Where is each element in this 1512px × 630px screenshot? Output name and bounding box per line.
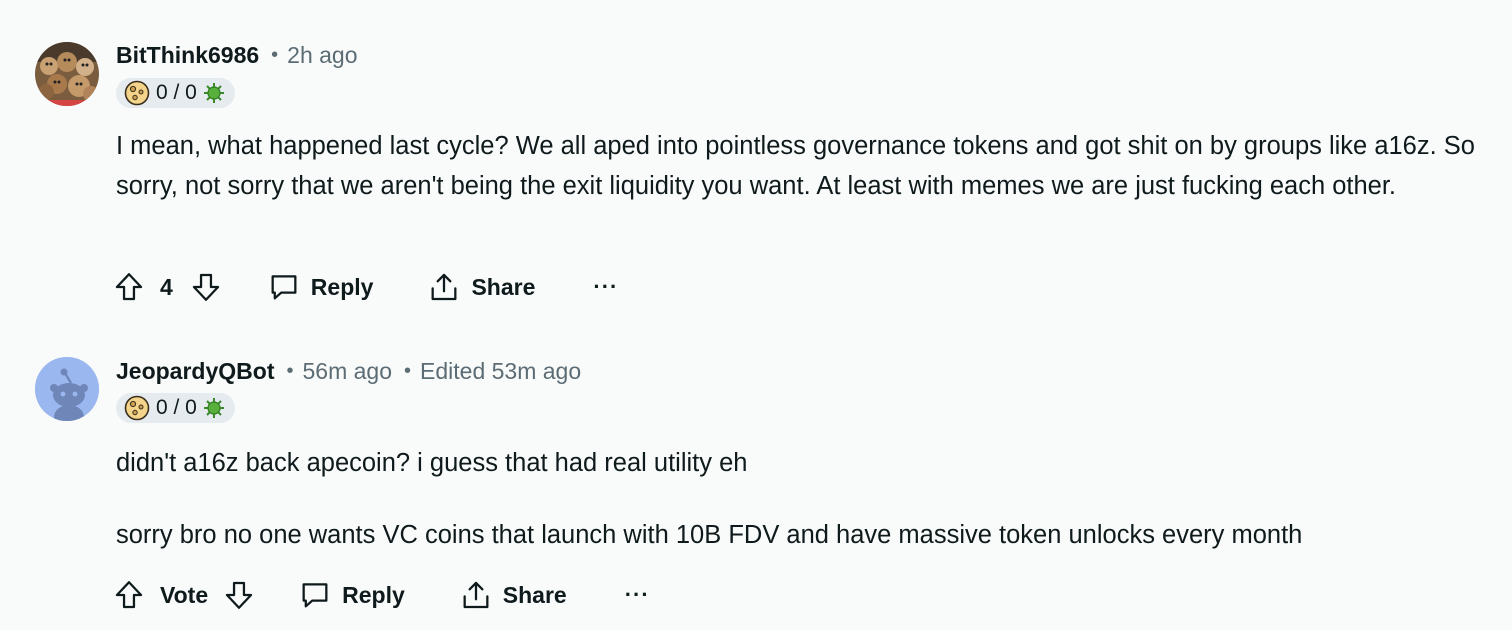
more-dots-icon: ··· [624, 582, 650, 607]
vote-label: Vote [160, 581, 209, 608]
reply-label: Reply [310, 273, 374, 300]
comment-body: I mean, what happened last cycle? We all… [116, 126, 1506, 206]
user-flair: 0 / 0 [116, 393, 235, 423]
comment-body: didn't a16z back apecoin? i guess that h… [116, 443, 1506, 555]
more-options-button[interactable]: ··· [624, 582, 650, 607]
vote-group: Vote [112, 578, 256, 612]
moon-icon [124, 395, 150, 421]
avatar[interactable] [35, 357, 99, 421]
separator-dot: • [286, 360, 294, 382]
reply-button[interactable]: Reply [267, 270, 374, 304]
upvote-arrow-icon[interactable] [112, 578, 146, 612]
flair-text: 0 / 0 [156, 81, 197, 104]
more-dots-icon: ··· [593, 274, 619, 299]
share-icon [463, 581, 489, 609]
avatar[interactable] [35, 42, 99, 106]
author-line: JeopardyQBot • 56m ago • Edited 53m ago [116, 358, 581, 385]
reply-label: Reply [342, 581, 405, 608]
timestamp[interactable]: 2h ago [287, 42, 357, 69]
flair-text: 0 / 0 [156, 396, 197, 419]
share-button[interactable]: Share [427, 270, 535, 304]
timestamp[interactable]: 56m ago [303, 358, 393, 385]
comment-bubble-icon [271, 275, 297, 300]
comment-actions: Vote Reply Share ··· [112, 578, 650, 612]
avatar-bears-image [35, 42, 99, 106]
comment-bubble-icon [302, 583, 328, 608]
username-link[interactable]: JeopardyQBot [116, 358, 274, 385]
vote-group: 4 [112, 270, 223, 304]
comment-paragraph: I mean, what happened last cycle? We all… [116, 132, 1475, 200]
comment-actions: 4 Reply Share ··· [112, 270, 618, 304]
reply-button[interactable]: Reply [298, 578, 405, 612]
virus-icon [203, 398, 224, 418]
moon-icon [124, 80, 150, 106]
separator-dot: • [271, 44, 279, 66]
separator-dot: • [404, 360, 412, 382]
virus-icon [203, 83, 224, 103]
share-label: Share [471, 273, 536, 300]
share-label: Share [502, 581, 567, 608]
comment-paragraph: didn't a16z back apecoin? i guess that h… [116, 449, 748, 477]
share-icon [431, 273, 457, 301]
snoo-avatar-icon [35, 357, 99, 421]
author-line: BitThink6986 • 2h ago [116, 42, 358, 69]
downvote-arrow-icon[interactable] [222, 578, 256, 612]
user-flair: 0 / 0 [116, 78, 235, 108]
upvote-arrow-icon[interactable] [112, 270, 146, 304]
more-options-button[interactable]: ··· [593, 274, 619, 299]
downvote-arrow-icon[interactable] [189, 270, 223, 304]
username-link[interactable]: BitThink6986 [116, 42, 259, 69]
vote-count: 4 [160, 273, 173, 300]
share-button[interactable]: Share [459, 578, 567, 612]
edited-timestamp: Edited 53m ago [420, 358, 582, 384]
comment-paragraph: sorry bro no one wants VC coins that lau… [116, 521, 1303, 549]
